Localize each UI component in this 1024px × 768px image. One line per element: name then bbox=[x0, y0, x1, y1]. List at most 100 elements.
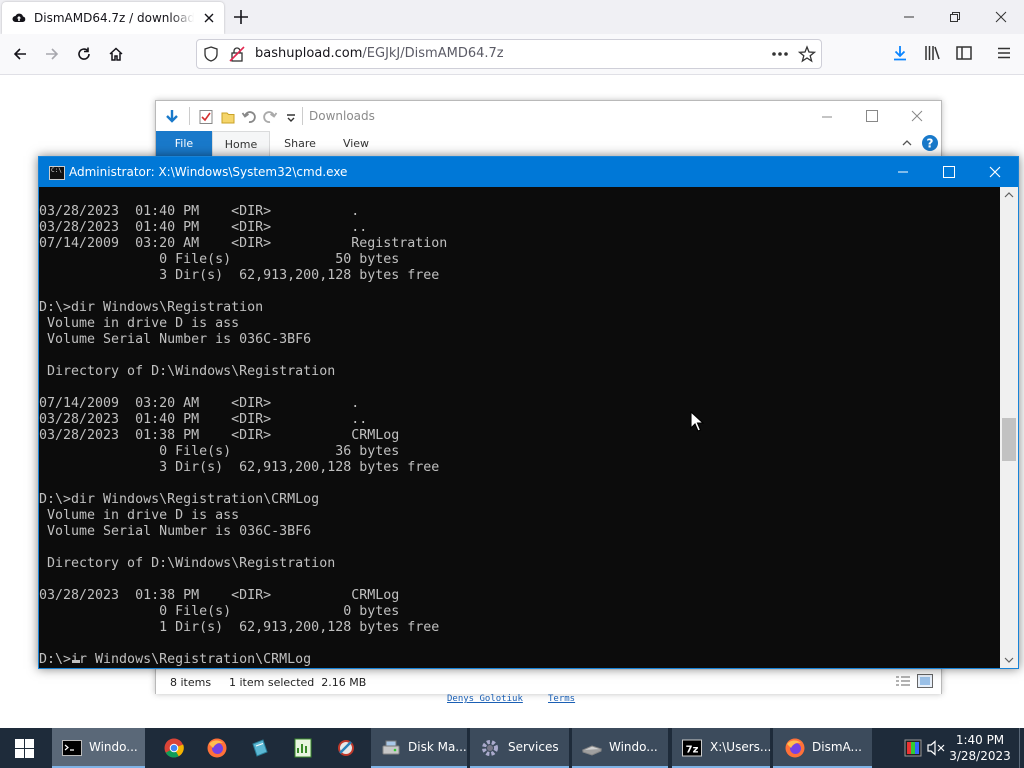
browser-restore-button[interactable] bbox=[932, 0, 978, 34]
clock-time: 1:40 PM bbox=[955, 733, 1005, 747]
taskbar-item-cmd[interactable]: Windo... bbox=[52, 728, 145, 768]
console-line: D:\>dir Windows\Registration\CRMLog bbox=[39, 492, 320, 507]
tool-icon bbox=[338, 740, 354, 756]
chevron-up-icon[interactable] bbox=[902, 138, 912, 148]
home-button[interactable] bbox=[102, 40, 130, 68]
cmd-window: C:\ Administrator: X:\Windows\System32\c… bbox=[38, 156, 1019, 669]
taskbar-item-disk-management[interactable]: Disk Ma... bbox=[371, 728, 467, 768]
downloads-icon[interactable] bbox=[891, 44, 909, 62]
browser-tab-title: DismAMD64.7z / download from bashupload.… bbox=[34, 11, 194, 25]
reload-icon bbox=[78, 47, 90, 60]
cmd-scrollbar[interactable] bbox=[1000, 187, 1018, 668]
taskbar-item-services[interactable]: Services bbox=[470, 728, 569, 768]
cmd-icon: C:\ bbox=[49, 166, 65, 180]
details-view-icon[interactable] bbox=[895, 675, 911, 688]
explorer-ribbon: File Home Share View ? bbox=[156, 131, 941, 158]
console-line: Volume Serial Number is 036C-3BF6 bbox=[39, 524, 312, 539]
page-actions-icon[interactable] bbox=[771, 51, 789, 57]
undo-icon[interactable] bbox=[241, 109, 257, 125]
show-desktop-button[interactable] bbox=[1019, 728, 1024, 768]
cmd-title: Administrator: X:\Windows\System32\cmd.e… bbox=[69, 165, 348, 179]
color-app-tray-icon[interactable] bbox=[904, 739, 922, 757]
start-button[interactable] bbox=[0, 728, 48, 768]
taskbar-item-firefox-download[interactable]: DismA... bbox=[773, 728, 872, 768]
console-output[interactable]: 03/28/2023 01:40 PM <DIR> . 03/28/2023 01… bbox=[39, 187, 1000, 668]
terms-link[interactable]: Terms bbox=[548, 694, 575, 704]
taskbar-item-label: DismA... bbox=[812, 740, 862, 754]
mouse-pointer-icon bbox=[690, 411, 704, 432]
browser-minimize-button[interactable] bbox=[886, 0, 932, 34]
spreadsheet-icon bbox=[294, 738, 312, 758]
firefox-icon bbox=[207, 738, 227, 758]
new-folder-icon[interactable] bbox=[220, 109, 236, 125]
scroll-up-icon[interactable] bbox=[1000, 187, 1018, 204]
console-line: 03/28/2023 01:38 PM <DIR> CRMLog bbox=[39, 428, 400, 443]
explorer-close-icon[interactable] bbox=[911, 110, 923, 122]
cmd-maximize-button[interactable] bbox=[926, 157, 972, 187]
scrollbar-thumb[interactable] bbox=[1002, 418, 1016, 461]
help-icon[interactable]: ? bbox=[921, 134, 939, 152]
back-button[interactable] bbox=[6, 40, 34, 68]
taskbar-item-spreadsheet[interactable] bbox=[282, 728, 325, 768]
shield-icon bbox=[204, 46, 218, 62]
console-line: 07/14/2009 03:20 AM <DIR> Registration bbox=[39, 236, 448, 251]
forward-button[interactable] bbox=[38, 40, 66, 68]
ribbon-tab-view[interactable]: View bbox=[328, 131, 384, 157]
arrow-right-icon bbox=[46, 48, 59, 60]
explorer-status-bar: 8 items 1 item selected 2.16 MB bbox=[156, 669, 941, 694]
taskbar-item-7zip[interactable]: 7z X:\Users... bbox=[672, 728, 772, 768]
browser-nav-bar: bashupload.com/EGJkJ/DismAMD64.7z bbox=[0, 34, 1024, 75]
console-line: 0 File(s) 0 bytes bbox=[39, 604, 400, 619]
console-line: Volume Serial Number is 036C-3BF6 bbox=[39, 332, 312, 347]
clock-date: 3/28/2023 bbox=[949, 749, 1011, 763]
scroll-down-icon[interactable] bbox=[1000, 651, 1018, 668]
ribbon-tab-home[interactable]: Home bbox=[212, 131, 270, 158]
new-tab-icon[interactable] bbox=[230, 6, 252, 28]
close-tab-icon[interactable] bbox=[201, 10, 217, 26]
taskbar-item-app[interactable] bbox=[239, 728, 282, 768]
7zip-icon: 7z bbox=[682, 739, 702, 757]
console-line: 03/28/2023 01:38 PM <DIR> CRMLog bbox=[39, 588, 400, 603]
home-icon bbox=[109, 47, 123, 61]
author-link[interactable]: Denys Golotiuk bbox=[447, 694, 523, 704]
console-line: 0 File(s) 36 bytes bbox=[39, 444, 400, 459]
windows-logo-icon bbox=[15, 739, 34, 758]
taskbar-item-firefox[interactable] bbox=[196, 728, 239, 768]
svg-text:7z: 7z bbox=[686, 745, 699, 756]
explorer-title-bar: Downloads bbox=[156, 101, 941, 131]
browser-close-button[interactable] bbox=[978, 0, 1024, 34]
taskbar-item-tool[interactable] bbox=[325, 728, 368, 768]
sidebar-icon[interactable] bbox=[955, 44, 973, 62]
download-arrow-icon bbox=[166, 110, 178, 123]
cmd-minimize-button[interactable] bbox=[880, 157, 926, 187]
large-icons-view-icon[interactable] bbox=[917, 674, 933, 688]
browser-tab[interactable]: DismAMD64.7z / download from bashupload.… bbox=[2, 2, 224, 34]
taskbar-item-label: Windo... bbox=[609, 740, 658, 754]
cloud-upload-icon bbox=[12, 13, 26, 22]
ribbon-tab-share[interactable]: Share bbox=[272, 131, 328, 157]
cmd-close-button[interactable] bbox=[972, 157, 1018, 187]
console-line: 03/28/2023 01:40 PM <DIR> .. bbox=[39, 220, 368, 235]
redo-icon[interactable] bbox=[262, 109, 278, 125]
firefox-icon bbox=[785, 738, 805, 758]
chrome-icon bbox=[164, 738, 184, 758]
cmd-title-bar: C:\ Administrator: X:\Windows\System32\c… bbox=[39, 157, 1018, 187]
ribbon-tab-file[interactable]: File bbox=[156, 131, 212, 157]
reload-button[interactable] bbox=[70, 40, 98, 68]
disk-management-icon bbox=[382, 740, 400, 755]
customize-toolbar-icon[interactable] bbox=[283, 109, 299, 125]
cmd-icon bbox=[62, 740, 82, 756]
explorer-maximize-icon[interactable] bbox=[866, 110, 878, 122]
taskbar-item-label: X:\Users... bbox=[710, 740, 772, 754]
hamburger-menu-icon[interactable] bbox=[995, 44, 1013, 62]
library-icon[interactable] bbox=[923, 44, 941, 62]
explorer-minimize-icon[interactable] bbox=[821, 111, 833, 123]
taskbar-item-chrome[interactable] bbox=[153, 728, 196, 768]
browser-tab-bar: DismAMD64.7z / download from bashupload.… bbox=[0, 0, 1024, 34]
taskbar-item-windows-drive[interactable]: Windo... bbox=[572, 728, 668, 768]
taskbar-clock[interactable]: 1:40 PM 3/28/2023 bbox=[940, 732, 1020, 764]
properties-icon[interactable] bbox=[198, 109, 214, 125]
url-bar[interactable]: bashupload.com/EGJkJ/DismAMD64.7z bbox=[196, 39, 822, 69]
app-icon bbox=[252, 739, 268, 757]
bookmark-star-icon[interactable] bbox=[798, 45, 816, 63]
